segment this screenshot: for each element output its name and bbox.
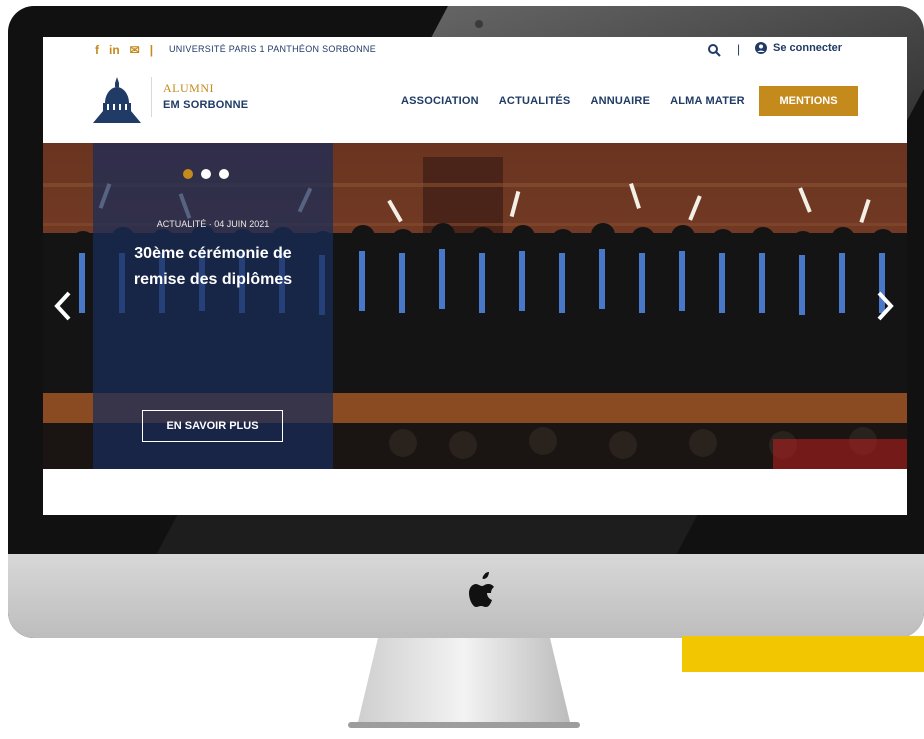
read-more-button[interactable]: EN SAVOIR PLUS — [142, 410, 283, 442]
apple-logo-icon — [469, 572, 494, 607]
carousel-dot-2[interactable] — [201, 169, 211, 179]
top-bar: f in ✉ | UNIVERSITÉ PARIS 1 PANTHÉON SOR… — [43, 37, 907, 64]
sorbonne-dome-logo-icon[interactable] — [93, 75, 141, 125]
yellow-accent-bar — [682, 636, 924, 672]
login-link[interactable]: Se connecter — [755, 42, 842, 54]
university-link[interactable]: UNIVERSITÉ PARIS 1 PANTHÉON SORBONNE — [169, 44, 376, 54]
search-icon[interactable] — [707, 43, 721, 57]
carousel-dot-3[interactable] — [219, 169, 229, 179]
carousel-indicators — [183, 169, 229, 179]
facebook-icon[interactable]: f — [95, 43, 99, 57]
hero-carousel: ACTUALITÉ · 04 JUIN 2021 30ème cérémonie… — [43, 143, 907, 469]
camera-dot — [475, 20, 483, 28]
mail-icon[interactable]: ✉ — [130, 43, 140, 57]
nav-item-association[interactable]: ASSOCIATION — [401, 95, 479, 107]
user-icon — [755, 42, 767, 54]
nav-item-actualites[interactable]: ACTUALITÉS — [499, 95, 571, 107]
logo-text-alumni: ALUMNI — [163, 81, 214, 95]
logo-text-em-sorbonne: EM SORBONNE — [163, 99, 249, 111]
social-links: f in ✉ | — [95, 43, 153, 57]
chevron-left-icon[interactable] — [53, 291, 73, 321]
chevron-right-icon[interactable] — [875, 291, 895, 321]
separator: | — [149, 43, 154, 57]
browser-screen: f in ✉ | UNIVERSITÉ PARIS 1 PANTHÉON SOR… — [43, 37, 907, 515]
logo-divider — [151, 77, 152, 117]
slide-title: 30ème cérémonie de remise des diplômes — [133, 245, 293, 288]
monitor-stand — [348, 638, 580, 728]
linkedin-icon[interactable]: in — [109, 43, 120, 57]
site-header: ALUMNI EM SORBONNE ASSOCIATION ACTUALITÉ… — [43, 63, 907, 141]
nav-item-annuaire[interactable]: ANNUAIRE — [590, 95, 650, 107]
slide-kicker: ACTUALITÉ · 04 JUIN 2021 — [156, 219, 270, 229]
nav-item-alma-mater[interactable]: ALMA MATER — [670, 95, 745, 107]
carousel-dot-1[interactable] — [183, 169, 193, 179]
mentions-button[interactable]: MENTIONS — [759, 86, 858, 116]
login-label: Se connecter — [773, 42, 843, 54]
main-nav: ASSOCIATION ACTUALITÉS ANNUAIRE ALMA MAT… — [401, 95, 745, 107]
separator: | — [737, 42, 741, 56]
